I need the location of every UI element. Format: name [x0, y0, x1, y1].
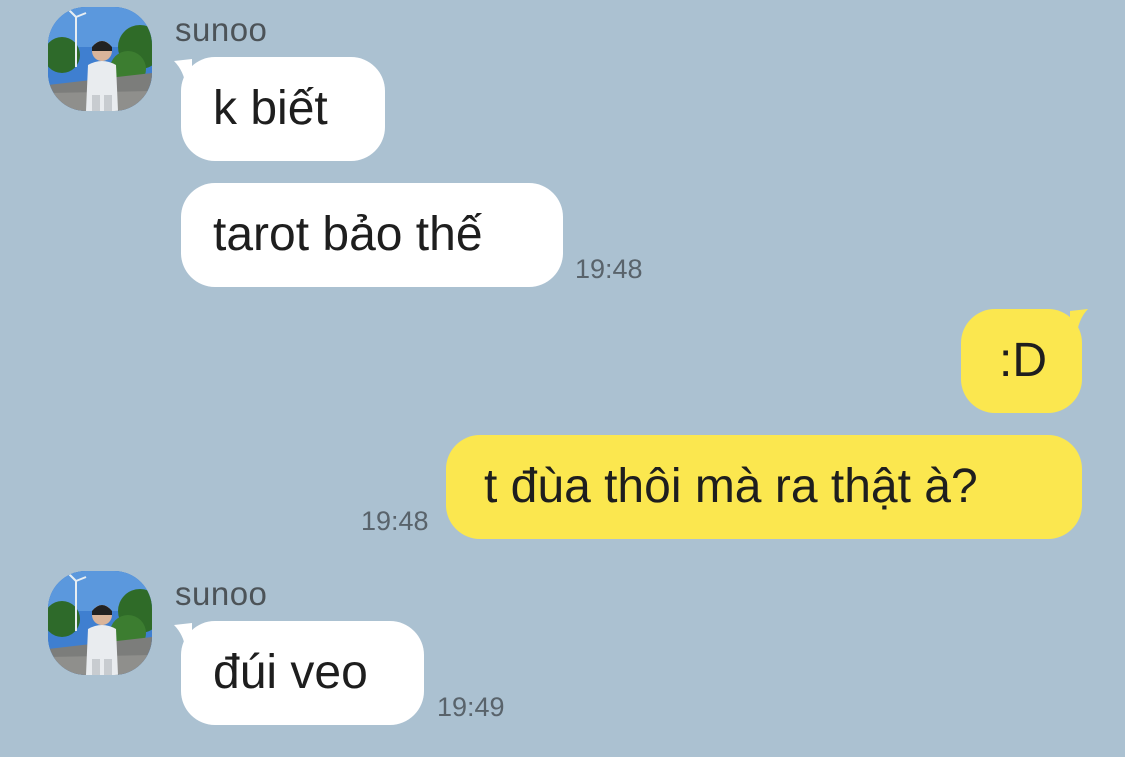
sender-avatar[interactable]: [48, 571, 152, 675]
bubble-tail-icon: [1070, 309, 1088, 339]
bubble-tail-icon: [174, 623, 192, 651]
message-bubble[interactable]: :D: [961, 309, 1088, 413]
message-timestamp: 19:48: [575, 254, 643, 284]
message-text: k biết: [213, 82, 328, 135]
message-text: :D: [999, 334, 1047, 387]
bubble-tail-icon: [174, 59, 192, 87]
message-text: t đùa thôi mà ra thật à?: [484, 460, 978, 513]
message-bubble[interactable]: k biết: [174, 57, 385, 161]
message-bubble[interactable]: t đùa thôi mà ra thật à?: [446, 435, 1082, 539]
profile-photo-icon: [48, 7, 152, 111]
sender-name: sunoo: [175, 575, 268, 612]
message-text: đúi veo: [213, 646, 368, 699]
message-bubble[interactable]: đúi veo: [174, 621, 424, 725]
message-timestamp: 19:48: [361, 506, 429, 536]
message-text: tarot bảo thế: [213, 208, 483, 261]
sender-name: sunoo: [175, 11, 268, 48]
profile-photo-icon: [48, 571, 152, 675]
sender-avatar[interactable]: [48, 7, 152, 111]
message-timestamp: 19:49: [437, 692, 505, 722]
message-bubble[interactable]: tarot bảo thế: [181, 183, 563, 287]
